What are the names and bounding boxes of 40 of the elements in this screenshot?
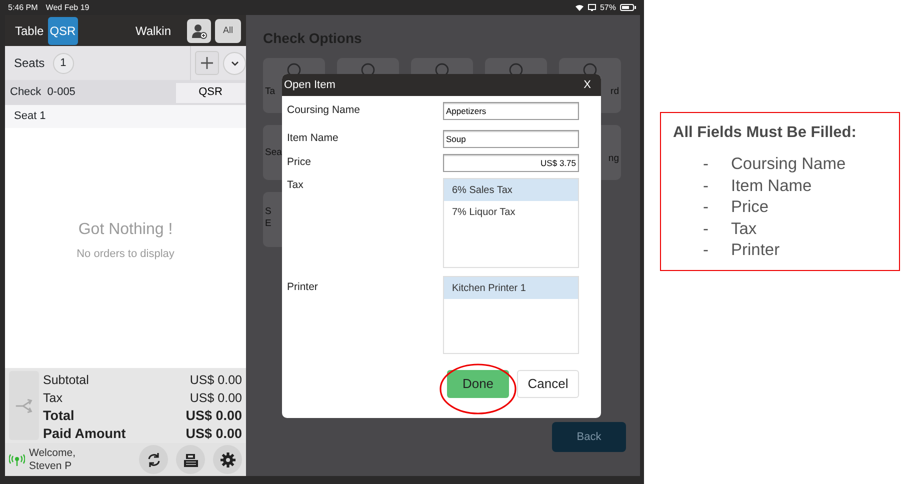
list-marker: - [702,240,710,262]
total-label: Total [43,407,74,425]
status-date: Wed Feb 19 [46,2,90,14]
note-title: All Fields Must Be Filled: [673,123,858,143]
total-value: US$ 0.00 [190,390,242,407]
field-label: Price [287,155,311,170]
list-marker: - [702,218,710,240]
welcome-text: Welcome, Steven P [29,446,76,472]
note-item: Printer [731,240,780,262]
customer-name: Walkin [135,22,171,40]
tile-label: Ta [265,86,276,98]
total-value: US$ 0.00 [186,425,242,443]
tile-label: Sea [265,147,282,159]
seat-count-badge: 1 [52,52,74,74]
total-label: Paid Amount [43,425,126,443]
field-label: Printer [287,280,318,295]
total-value: US$ 0.00 [190,372,242,389]
list-marker: - [702,154,710,176]
table-label: Table [15,22,44,40]
tile-label: S E [265,206,272,230]
field-label: Item Name [287,131,338,146]
note-item: Tax [731,218,757,240]
field-label: Tax [287,178,304,193]
total-value: US$ 0.00 [186,407,242,425]
mode-badge: QSR [48,16,78,44]
note-item: Price [731,197,769,218]
note-item: Item Name [731,176,812,197]
battery-percent: 57% [600,2,616,14]
tile-label: rd [610,86,619,98]
total-label: Tax [43,390,62,407]
seats-label: Seats [14,55,45,72]
note-item: Coursing Name [731,154,846,176]
total-label: Subtotal [43,372,89,389]
tile-label: ng [608,153,619,165]
empty-subtitle: No orders to display [76,247,174,262]
list-marker: - [702,197,710,218]
check-number: Check 0-005 [10,85,76,100]
status-time: 5:46 PM [8,2,38,14]
list-marker: - [702,176,710,197]
empty-title: Got Nothing ! [78,220,173,240]
